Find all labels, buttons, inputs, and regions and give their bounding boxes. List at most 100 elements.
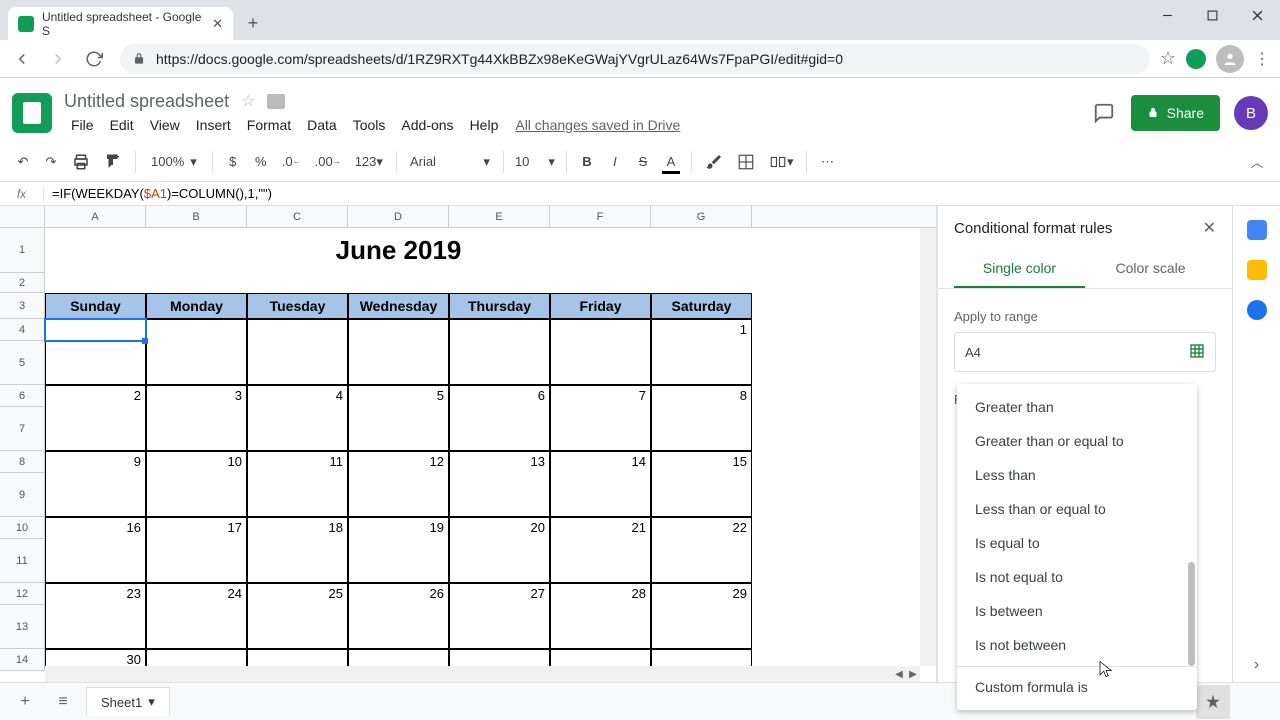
calendar-date-cell[interactable]: 10 <box>146 451 247 473</box>
row-header[interactable]: 9 <box>0 473 45 517</box>
window-maximize[interactable] <box>1190 0 1235 30</box>
calendar-body-cell[interactable] <box>45 473 146 517</box>
decrease-decimal-button[interactable]: .0← <box>276 148 307 176</box>
dropdown-scrollbar[interactable] <box>1188 562 1195 666</box>
calendar-date-cell[interactable]: 19 <box>348 517 449 539</box>
calendar-body-cell[interactable] <box>449 605 550 649</box>
calendar-date-cell[interactable] <box>247 319 348 341</box>
row-header[interactable]: 10 <box>0 517 45 539</box>
cell[interactable] <box>247 273 348 293</box>
day-header[interactable]: Thursday <box>449 293 550 319</box>
calendar-body-cell[interactable] <box>550 341 651 385</box>
more-tools-button[interactable]: ⋯ <box>814 148 840 176</box>
move-folder-icon[interactable] <box>267 94 285 109</box>
menu-insert[interactable]: Insert <box>189 114 238 136</box>
calendar-date-cell[interactable]: 13 <box>449 451 550 473</box>
calendar-date-cell[interactable]: 6 <box>449 385 550 407</box>
print-button[interactable] <box>66 148 96 176</box>
cell[interactable] <box>146 273 247 293</box>
row-header[interactable]: 13 <box>0 605 45 649</box>
star-icon[interactable]: ☆ <box>241 91 255 111</box>
menu-help[interactable]: Help <box>463 114 506 136</box>
strikethrough-button[interactable]: S <box>630 148 656 176</box>
calendar-body-cell[interactable] <box>651 473 752 517</box>
row-header[interactable]: 3 <box>0 293 45 319</box>
col-header[interactable]: C <box>247 206 348 227</box>
range-input[interactable]: A4 <box>954 332 1216 372</box>
calendar-body-cell[interactable] <box>651 341 752 385</box>
calendar-body-cell[interactable] <box>247 605 348 649</box>
account-avatar[interactable]: B <box>1234 96 1268 130</box>
calendar-date-cell[interactable]: 7 <box>550 385 651 407</box>
scroll-right-icon[interactable]: ▶ <box>906 667 920 681</box>
tab-close-icon[interactable]: ✕ <box>212 16 223 32</box>
cell[interactable] <box>550 273 651 293</box>
col-header[interactable]: D <box>348 206 449 227</box>
paint-format-button[interactable] <box>98 148 128 176</box>
calendar-date-cell[interactable]: 29 <box>651 583 752 605</box>
calendar-body-cell[interactable] <box>247 539 348 583</box>
calendar-date-cell[interactable]: 4 <box>247 385 348 407</box>
save-status[interactable]: All changes saved in Drive <box>515 117 680 133</box>
calendar-body-cell[interactable] <box>550 605 651 649</box>
calendar-body-cell[interactable] <box>651 605 752 649</box>
menu-tools[interactable]: Tools <box>346 114 393 136</box>
calendar-body-cell[interactable] <box>449 341 550 385</box>
calendar-date-cell[interactable]: 26 <box>348 583 449 605</box>
day-header[interactable]: Monday <box>146 293 247 319</box>
borders-button[interactable] <box>731 148 761 176</box>
keep-addon-icon[interactable] <box>1247 260 1267 280</box>
bold-button[interactable]: B <box>574 148 600 176</box>
chrome-menu-icon[interactable]: ⋮ <box>1254 49 1270 69</box>
calendar-body-cell[interactable] <box>45 539 146 583</box>
row-header[interactable]: 2 <box>0 273 45 293</box>
reload-button[interactable] <box>78 43 110 75</box>
all-sheets-button[interactable]: ≡ <box>48 687 78 717</box>
calendar-date-cell[interactable]: 11 <box>247 451 348 473</box>
share-button[interactable]: Share <box>1131 95 1220 131</box>
tab-color-scale[interactable]: Color scale <box>1085 250 1216 288</box>
increase-decimal-button[interactable]: .00→ <box>309 148 347 176</box>
bookmark-star-icon[interactable]: ☆ <box>1160 48 1176 69</box>
menu-view[interactable]: View <box>143 114 187 136</box>
rule-option[interactable]: Is between <box>957 594 1197 628</box>
calendar-date-cell[interactable]: 20 <box>449 517 550 539</box>
row-header[interactable]: 11 <box>0 539 45 583</box>
calendar-body-cell[interactable] <box>146 341 247 385</box>
day-header[interactable]: Friday <box>550 293 651 319</box>
calendar-body-cell[interactable] <box>550 473 651 517</box>
calendar-body-cell[interactable] <box>247 473 348 517</box>
calendar-body-cell[interactable] <box>146 605 247 649</box>
calendar-body-cell[interactable] <box>449 407 550 451</box>
calendar-date-cell[interactable]: 12 <box>348 451 449 473</box>
cell[interactable] <box>348 273 449 293</box>
row-header[interactable]: 7 <box>0 407 45 451</box>
calendar-date-cell[interactable]: 2 <box>45 385 146 407</box>
calendar-body-cell[interactable] <box>146 473 247 517</box>
calendar-date-cell[interactable]: 5 <box>348 385 449 407</box>
rule-option[interactable]: Is not between <box>957 628 1197 662</box>
calendar-date-cell[interactable]: 25 <box>247 583 348 605</box>
sheet-tab[interactable]: Sheet1▾ <box>86 687 170 716</box>
menu-addons[interactable]: Add-ons <box>394 114 460 136</box>
rule-option[interactable]: Less than <box>957 458 1197 492</box>
calendar-date-cell[interactable]: 17 <box>146 517 247 539</box>
row-header[interactable]: 14 <box>0 649 45 671</box>
formula-bar[interactable]: fx =IF(WEEKDAY($A1)=COLUMN(),1,"") <box>0 182 1280 206</box>
calendar-body-cell[interactable] <box>449 539 550 583</box>
browser-tab[interactable]: Untitled spreadsheet - Google S ✕ <box>8 7 233 40</box>
col-header[interactable]: E <box>449 206 550 227</box>
doc-title[interactable]: Untitled spreadsheet <box>64 91 229 112</box>
day-header[interactable]: Tuesday <box>247 293 348 319</box>
col-header[interactable]: B <box>146 206 247 227</box>
new-tab-button[interactable]: + <box>239 9 267 37</box>
calendar-body-cell[interactable] <box>449 473 550 517</box>
day-header[interactable]: Saturday <box>651 293 752 319</box>
calendar-date-cell[interactable] <box>45 319 146 341</box>
tasks-addon-icon[interactable] <box>1247 300 1267 320</box>
row-header[interactable]: 1 <box>0 228 45 273</box>
calendar-body-cell[interactable] <box>247 407 348 451</box>
currency-button[interactable]: $ <box>220 148 246 176</box>
add-sheet-button[interactable]: + <box>10 687 40 717</box>
calendar-date-cell[interactable]: 24 <box>146 583 247 605</box>
